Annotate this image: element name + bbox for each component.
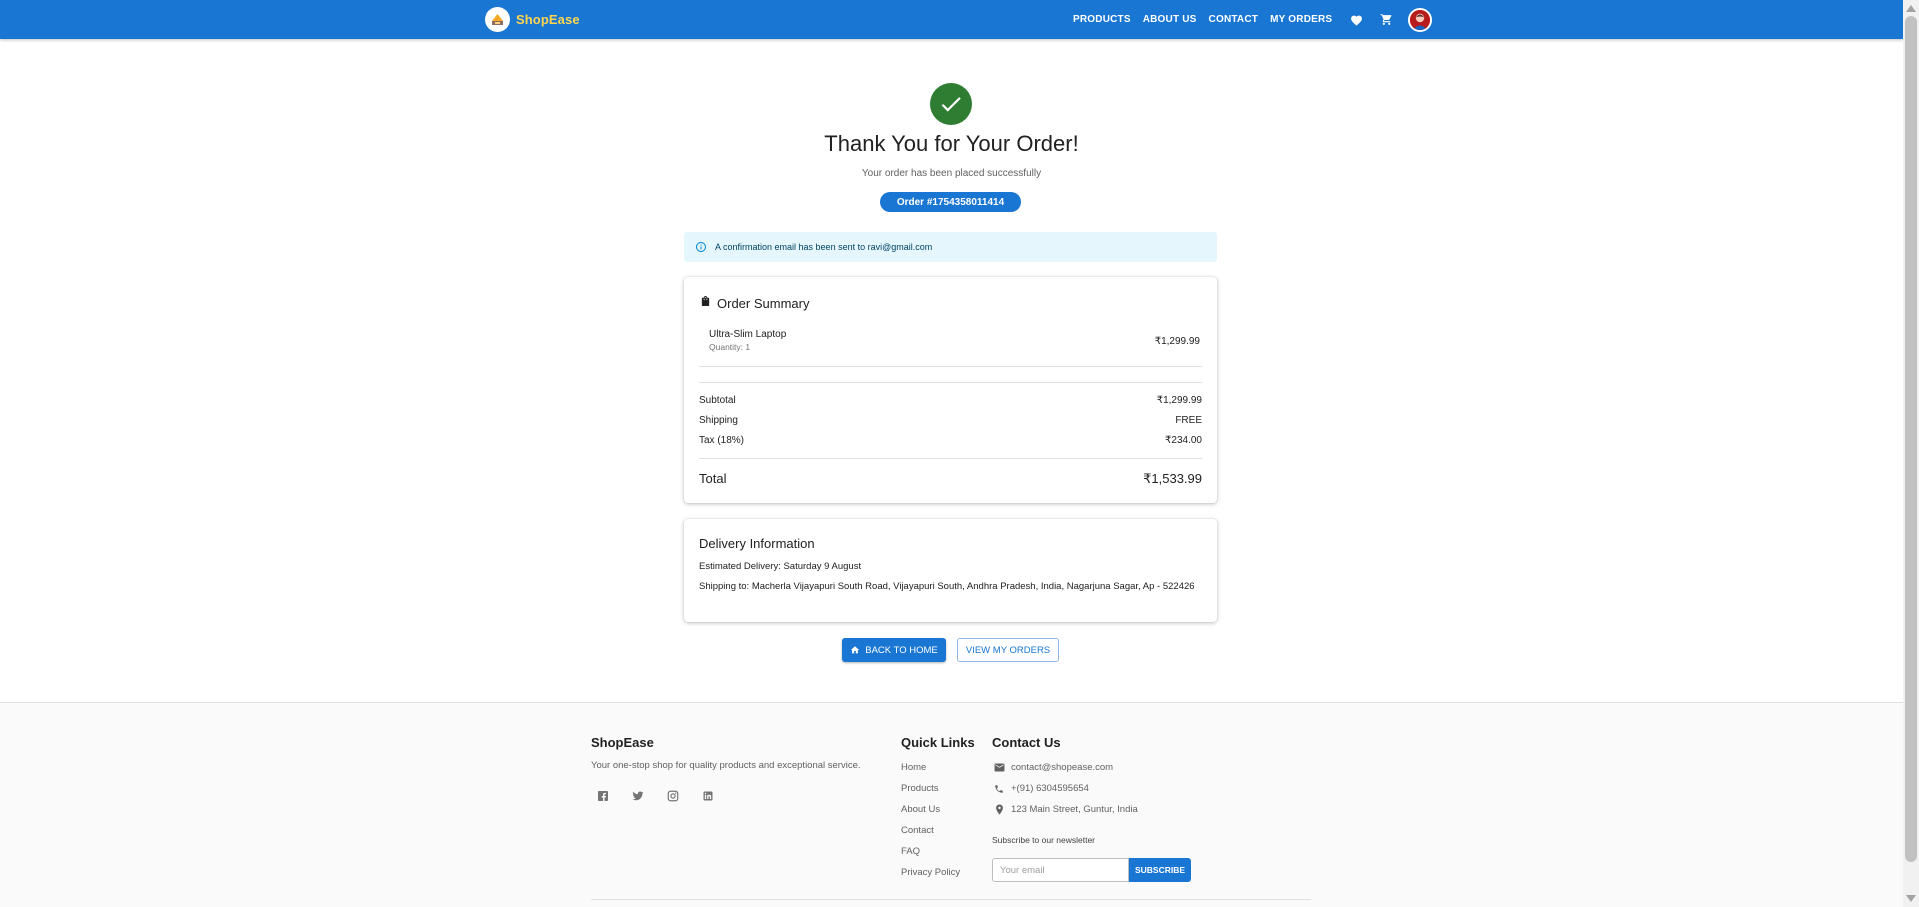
nav-contact[interactable]: CONTACT [1209, 14, 1259, 25]
contact-us-title: Contact Us [992, 735, 1061, 750]
footer-divider [591, 899, 1311, 900]
scrollbar-thumb[interactable] [1905, 16, 1917, 862]
shopping-bag-icon [700, 294, 711, 312]
back-to-home-label: BACK TO HOME [865, 644, 938, 656]
item-price: ₹1,299.99 [1154, 336, 1200, 347]
success-check-icon [930, 83, 972, 125]
nav-my-orders[interactable]: MY ORDERS [1270, 14, 1332, 25]
page-title: Thank You for Your Order! [824, 131, 1079, 156]
order-number-badge: Order #1754358011414 [880, 192, 1021, 212]
favorite-icon[interactable] [1350, 14, 1363, 26]
contact-phone: +(91) 6304595654 [1011, 783, 1089, 794]
contact-email: contact@shopease.com [1011, 762, 1114, 773]
success-subtitle: Your order has been placed successfully [861, 168, 1042, 179]
shipping-label: Shipping [699, 415, 738, 426]
order-summary-card: Order Summary Ultra-Slim Laptop Quantity… [684, 277, 1217, 503]
order-confirmation-page: ShopEase PRODUCTS ABOUT US CONTACT MY OR… [0, 0, 1903, 907]
brand-name: ShopEase [516, 12, 580, 27]
footer-link-about-us[interactable]: About Us [901, 804, 940, 815]
shipping-row: Shipping FREE [699, 415, 1202, 426]
shop-logo-icon [485, 7, 510, 32]
scroll-down-arrow-icon[interactable] [1906, 895, 1916, 902]
twitter-icon[interactable] [631, 789, 645, 803]
footer-link-contact[interactable]: Contact [901, 825, 934, 836]
footer-link-products[interactable]: Products [901, 783, 939, 794]
home-icon [851, 646, 860, 654]
item-name: Ultra-Slim Laptop [709, 329, 787, 340]
newsletter-email-input[interactable] [992, 858, 1129, 882]
email-confirmation-alert: A confirmation email has been sent to ra… [684, 232, 1217, 262]
delivery-title: Delivery Information [699, 536, 815, 551]
linkedin-icon[interactable] [701, 789, 715, 803]
shipping-value: FREE [1175, 415, 1202, 426]
scroll-up-arrow-icon[interactable] [1906, 5, 1916, 12]
contact-address-row: 123 Main Street, Guntur, India [992, 804, 1138, 815]
view-my-orders-button[interactable]: VIEW MY ORDERS [957, 638, 1059, 662]
main-nav: PRODUCTS ABOUT US CONTACT MY ORDERS [1073, 0, 1433, 39]
nav-products[interactable]: PRODUCTS [1073, 14, 1131, 25]
site-footer: ShopEase Your one-stop shop for quality … [0, 702, 1903, 907]
location-icon [992, 804, 1006, 815]
phone-icon [992, 784, 1006, 794]
total-row: Total ₹1,533.99 [699, 471, 1202, 487]
app-header: ShopEase PRODUCTS ABOUT US CONTACT MY OR… [0, 0, 1903, 39]
info-icon [695, 241, 707, 253]
subtotal-label: Subtotal [699, 395, 736, 406]
contact-phone-row: +(91) 6304595654 [992, 783, 1089, 794]
order-summary-header: Order Summary [700, 294, 809, 312]
footer-link-faq[interactable]: FAQ [901, 846, 920, 857]
delivery-info-card: Delivery Information Estimated Delivery:… [684, 519, 1217, 622]
newsletter-label: Subscribe to our newsletter [992, 835, 1095, 845]
footer-link-home[interactable]: Home [901, 762, 926, 773]
tax-label: Tax (18%) [699, 435, 745, 446]
contact-address: 123 Main Street, Guntur, India [1011, 804, 1138, 815]
divider [699, 382, 1202, 383]
contact-email-row: contact@shopease.com [992, 762, 1113, 773]
footer-brand: ShopEase [591, 735, 654, 750]
page-scrollbar[interactable] [1903, 0, 1919, 907]
footer-tagline: Your one-stop shop for quality products … [591, 760, 861, 771]
divider [699, 458, 1202, 459]
total-label: Total [699, 471, 727, 486]
total-value: ₹1,533.99 [1143, 471, 1202, 486]
order-item: Ultra-Slim Laptop Quantity: 1 ₹1,299.99 [709, 329, 1200, 352]
mail-icon [992, 763, 1006, 772]
alert-message: A confirmation email has been sent to ra… [715, 242, 933, 252]
back-to-home-button[interactable]: BACK TO HOME [842, 638, 946, 662]
tax-row: Tax (18%) ₹234.00 [699, 435, 1202, 446]
estimated-delivery: Estimated Delivery: Saturday 9 August [699, 561, 862, 572]
brand-logo-link[interactable]: ShopEase [485, 7, 580, 32]
quick-links-title: Quick Links [901, 735, 975, 750]
account-avatar[interactable] [1408, 7, 1433, 32]
divider [699, 366, 1202, 367]
facebook-icon[interactable] [596, 789, 610, 803]
item-quantity: Quantity: 1 [709, 342, 751, 352]
instagram-icon[interactable] [666, 789, 680, 803]
footer-link-privacy-policy[interactable]: Privacy Policy [901, 867, 960, 878]
subtotal-row: Subtotal ₹1,299.99 [699, 395, 1202, 406]
subtotal-value: ₹1,299.99 [1156, 395, 1202, 406]
shipping-address: Shipping to: Macherla Vijayapuri South R… [699, 581, 1195, 592]
subscribe-button[interactable]: SUBSCRIBE [1129, 858, 1191, 882]
cart-icon[interactable] [1380, 13, 1393, 26]
order-summary-title: Order Summary [717, 295, 810, 311]
tax-value: ₹234.00 [1165, 435, 1202, 446]
nav-about-us[interactable]: ABOUT US [1143, 14, 1197, 25]
